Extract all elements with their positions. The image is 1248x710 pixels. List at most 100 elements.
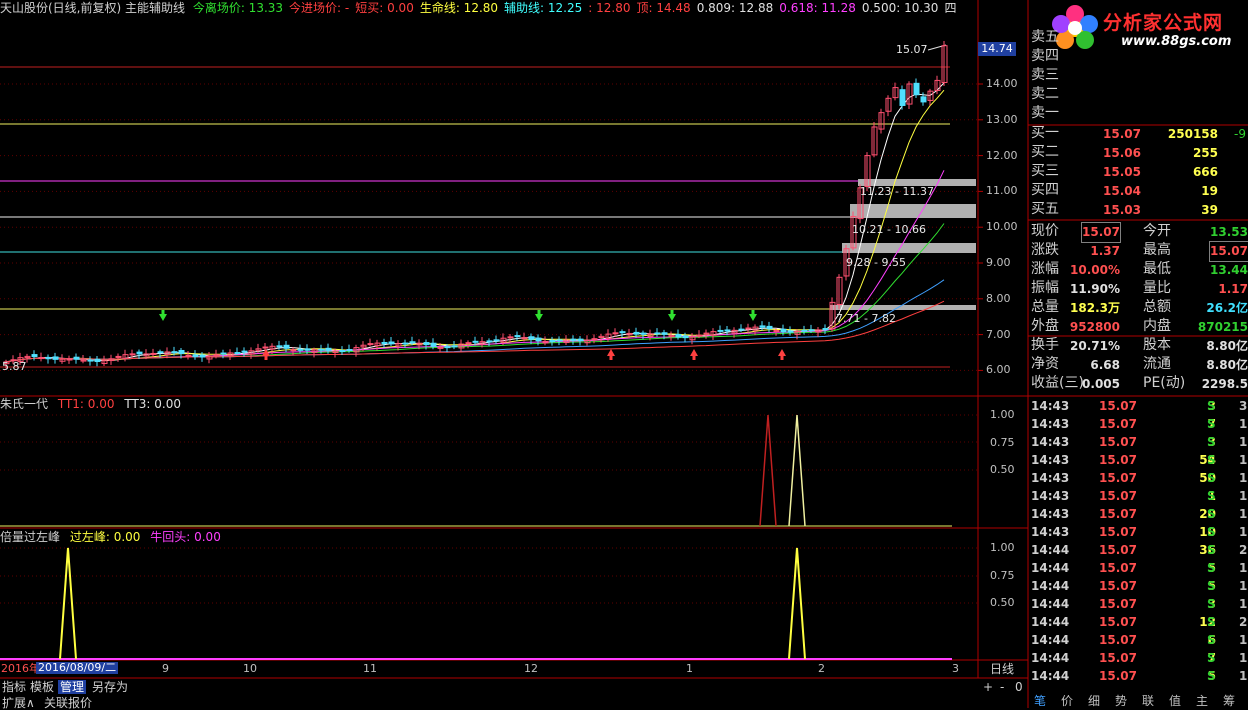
- tick-row[interactable]: 14:44 15.07 5 S 1: [1031, 559, 1248, 577]
- candle-body: [808, 329, 815, 332]
- candle-body: [668, 335, 675, 338]
- right-tab[interactable]: 价: [1061, 694, 1073, 708]
- stat-label-2: 总额: [1143, 299, 1171, 315]
- stat-label: 涨幅: [1031, 261, 1059, 277]
- candle-body: [535, 337, 542, 342]
- stat-label: 外盘: [1031, 318, 1059, 334]
- tick-side: S: [1207, 417, 1216, 431]
- candle-body: [45, 356, 52, 360]
- tick-row[interactable]: 14:43 15.07 1 S 1: [1031, 487, 1248, 505]
- header-value-6: 顶: 14.48: [636, 1, 691, 15]
- stat-value-2: 870215: [1197, 320, 1248, 334]
- zoom-in-button[interactable]: +: [981, 680, 995, 694]
- right-tab[interactable]: 筹: [1223, 694, 1235, 708]
- ind2-title[interactable]: 倍量过左峰: [0, 530, 60, 544]
- tick-side: S: [1207, 651, 1216, 665]
- tick-row[interactable]: 14:43 15.07 50 S 1: [1031, 469, 1248, 487]
- right-tab[interactable]: 细: [1088, 694, 1100, 708]
- period-label[interactable]: 日线: [990, 663, 1014, 675]
- tick-price: 15.07: [1099, 543, 1137, 557]
- tick-price: 15.07: [1099, 579, 1137, 593]
- tick-row[interactable]: 14:43 15.07 10 S 1: [1031, 523, 1248, 541]
- price-tick-label: 6.00: [986, 363, 1011, 377]
- tab-template[interactable]: 模板: [28, 680, 56, 694]
- candle-body: [297, 348, 304, 351]
- bid-row[interactable]: 买一 15.07 250158 -9: [1031, 124, 1248, 143]
- zoom-reset-button[interactable]: 0: [1013, 680, 1025, 694]
- header-value-5: : 12.80: [588, 1, 631, 15]
- bid-volume: 19: [1201, 184, 1218, 198]
- bid-row[interactable]: 买五 15.03 39: [1031, 200, 1248, 219]
- ask-row[interactable]: 卖二: [1031, 85, 1248, 104]
- stat-value-2: 1.17: [1218, 282, 1248, 296]
- right-tab[interactable]: 联: [1142, 694, 1154, 708]
- ind1-title[interactable]: 朱氏一代: [0, 397, 48, 411]
- stat-label: 涨跌: [1031, 242, 1059, 258]
- ask-row[interactable]: 卖四: [1031, 47, 1248, 66]
- right-tab[interactable]: 笔: [1034, 694, 1046, 708]
- tick-row[interactable]: 14:44 15.07 7 S 1: [1031, 649, 1248, 667]
- candle-body: [787, 330, 794, 333]
- candle-body: [766, 325, 773, 330]
- stat-value: 15.07: [1081, 222, 1121, 243]
- candle-body: [325, 347, 332, 351]
- right-tab[interactable]: 值: [1169, 694, 1181, 708]
- tick-row[interactable]: 14:44 15.07 3 S 1: [1031, 595, 1248, 613]
- tick-row[interactable]: 14:43 15.07 7 S 1: [1031, 415, 1248, 433]
- candle-body: [31, 354, 38, 357]
- bid-label: 买一: [1031, 125, 1059, 141]
- tick-time: 14:44: [1031, 597, 1070, 611]
- tick-side: S: [1207, 489, 1216, 503]
- tick-count: 3: [1239, 399, 1248, 413]
- candle-body: [276, 345, 283, 348]
- stat-value: 182.3万: [1070, 301, 1120, 315]
- tick-row[interactable]: 14:43 15.07 54 S 1: [1031, 451, 1248, 469]
- ask-row[interactable]: 卖五: [1031, 28, 1248, 47]
- tick-row[interactable]: 14:43 15.07 3 S 1: [1031, 433, 1248, 451]
- bid-label: 买二: [1031, 144, 1059, 160]
- price-tick-label: 11.00: [986, 184, 1018, 198]
- tick-row[interactable]: 14:43 15.07 20 S 1: [1031, 505, 1248, 523]
- tick-count: 1: [1239, 471, 1248, 485]
- tick-row[interactable]: 14:44 15.07 12 S 2: [1031, 613, 1248, 631]
- candle-body: [556, 339, 563, 342]
- bid-row[interactable]: 买二 15.06 255: [1031, 143, 1248, 162]
- tick-row[interactable]: 14:44 15.07 5 S 1: [1031, 577, 1248, 595]
- ask-label: 卖五: [1031, 29, 1059, 45]
- tab-indicator[interactable]: 指标: [0, 680, 28, 694]
- candle-body: [514, 335, 521, 338]
- candle-body: [472, 340, 479, 343]
- tick-side: S: [1207, 507, 1216, 521]
- candle-body: [304, 348, 311, 351]
- header-value-7: 0.809: 12.88: [696, 1, 774, 15]
- candle-body: [738, 328, 745, 331]
- bid-row[interactable]: 买四 15.04 19: [1031, 181, 1248, 200]
- sell-arrow-icon: [535, 310, 543, 321]
- zoom-out-button[interactable]: -: [998, 680, 1006, 694]
- candle-body: [381, 341, 388, 344]
- tab-manage[interactable]: 管理: [58, 680, 87, 694]
- stat-label: 振幅: [1031, 280, 1059, 296]
- bid-row[interactable]: 买三 15.05 666: [1031, 162, 1248, 181]
- ind1-axis-label: 1.00: [990, 408, 1015, 421]
- bid-label: 买五: [1031, 201, 1059, 217]
- tick-row[interactable]: 14:44 15.07 5 S 1: [1031, 667, 1248, 685]
- stat-value: 6.68: [1090, 358, 1120, 372]
- tick-row[interactable]: 14:43 15.07 3 S 3: [1031, 397, 1248, 415]
- tick-row[interactable]: 14:44 15.07 36 S 2: [1031, 541, 1248, 559]
- tick-time: 14:43: [1031, 435, 1070, 449]
- ask-label: 卖三: [1031, 67, 1059, 83]
- ask-row[interactable]: 卖三: [1031, 66, 1248, 85]
- candle-body: [654, 332, 661, 335]
- candle-body: [913, 82, 920, 96]
- tick-row[interactable]: 14:44 15.07 6 S 1: [1031, 631, 1248, 649]
- right-tab[interactable]: 主: [1196, 694, 1208, 708]
- ask-row[interactable]: 卖一: [1031, 104, 1248, 123]
- ma-line-5: [5, 82, 945, 363]
- tab-save-as[interactable]: 另存为: [90, 680, 130, 694]
- tick-price: 15.07: [1099, 615, 1137, 629]
- stat-row: 现价 15.07 今开 13.53: [1031, 222, 1248, 243]
- header-value-3: 生命线: 12.80: [419, 1, 499, 15]
- right-tab[interactable]: 势: [1115, 694, 1127, 708]
- candle-body: [136, 351, 143, 355]
